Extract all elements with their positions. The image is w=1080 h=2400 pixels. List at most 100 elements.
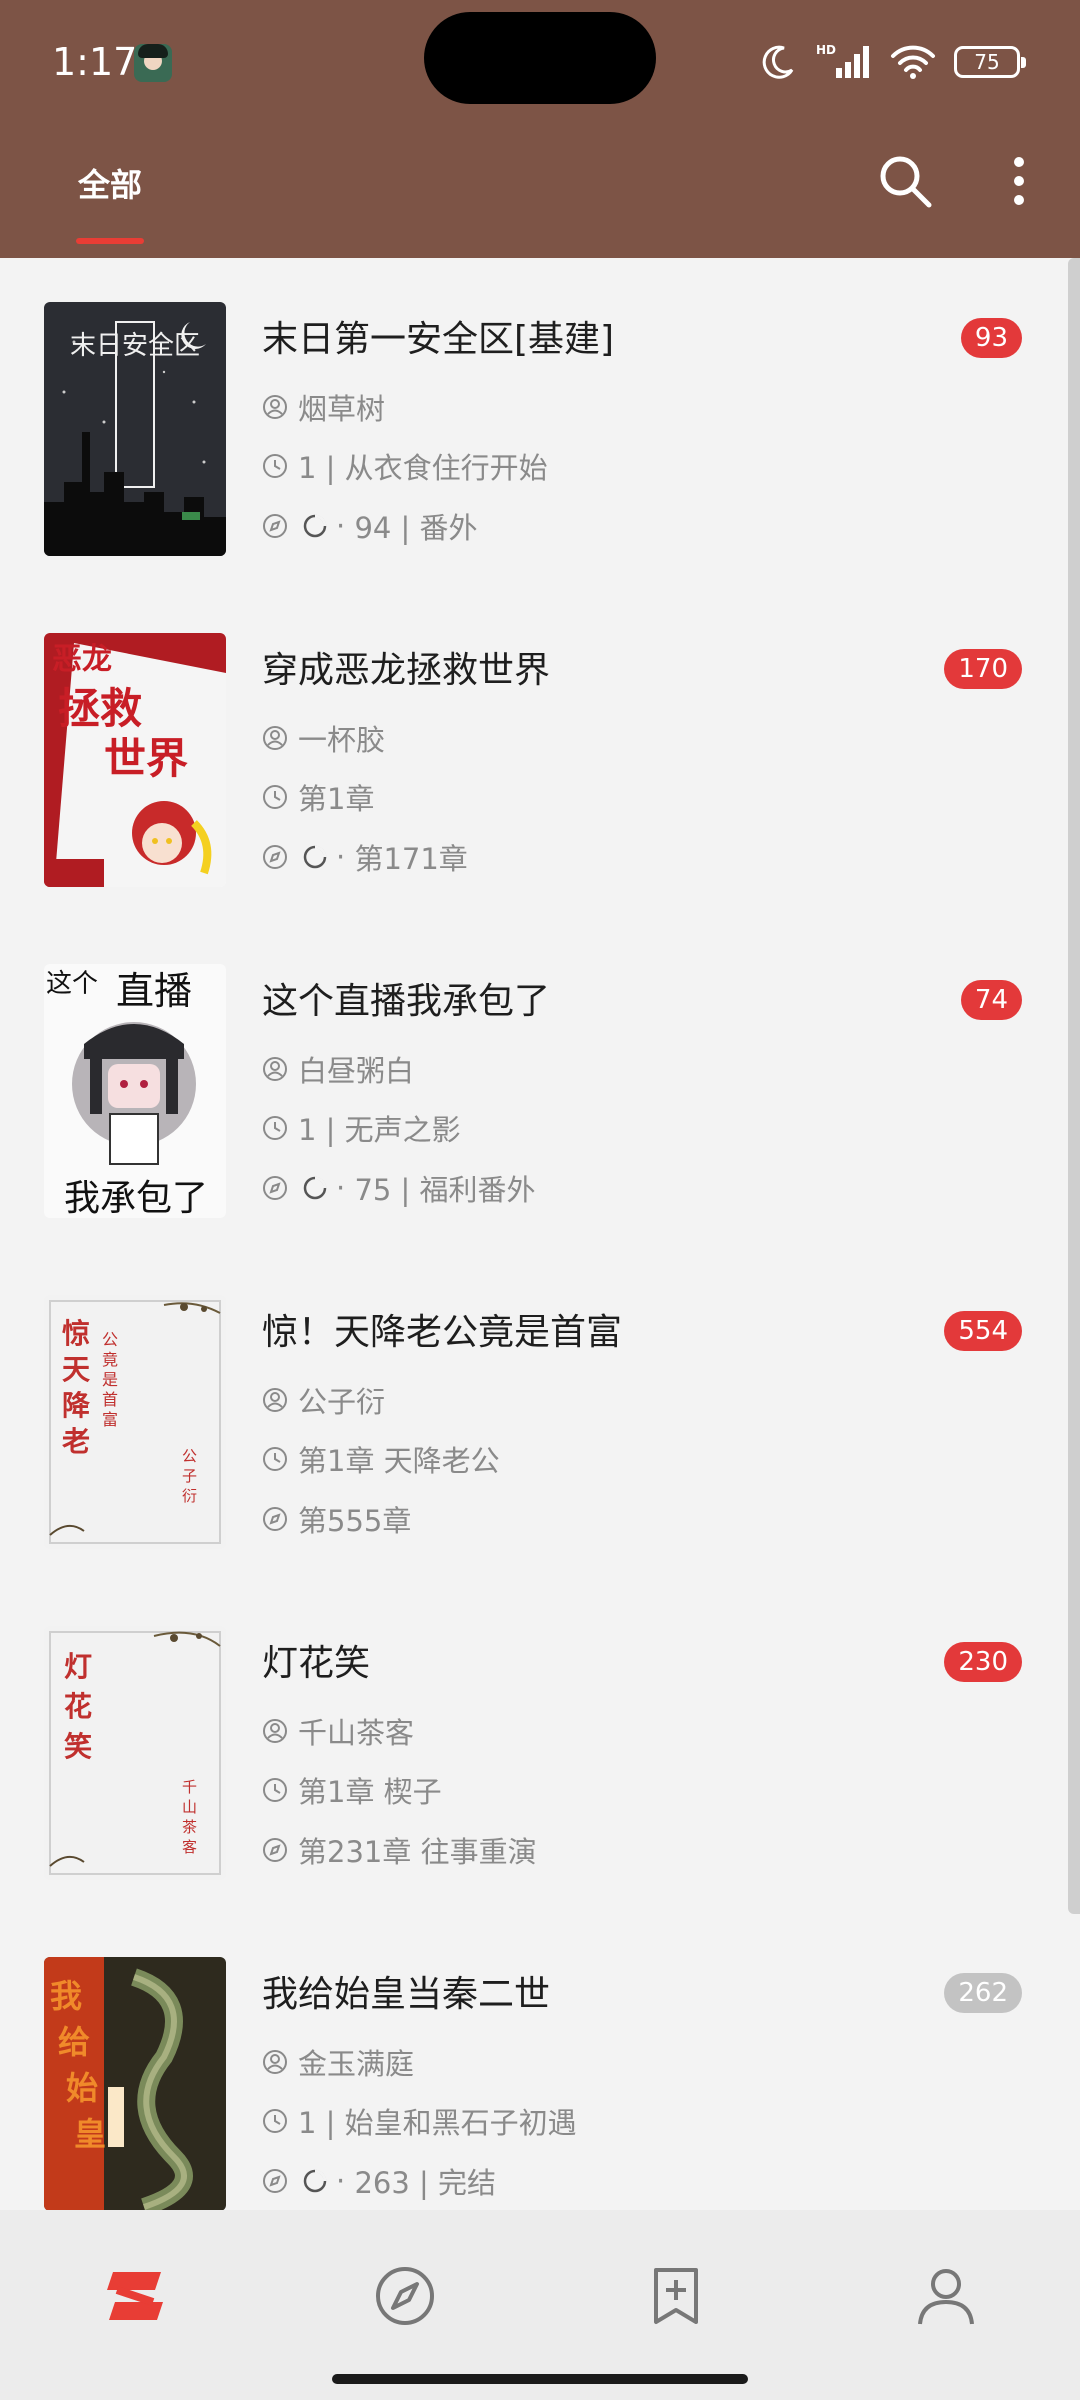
search-button[interactable] [874,150,936,212]
compass-small-icon [263,845,287,869]
author-icon [263,395,287,419]
author-icon [263,2050,287,2074]
tab-all[interactable]: 全部 [78,160,142,206]
book-latest-row: · 75 | 福利番外 [262,1167,536,1209]
book-author: 金玉满庭 [298,2047,415,2081]
book-cover: 恶龙 拯救 世界 [44,633,226,887]
book-item[interactable]: 我 给 始 皇 我给始皇当秦二世 金玉满庭 1 | 始皇和黑石子初遇 · 263… [0,1913,1080,2210]
clock-icon [263,1116,287,1140]
svg-text:惊: 惊 [62,1317,90,1350]
svg-text:皇: 皇 [74,2115,106,2153]
home-indicator[interactable] [332,2374,748,2384]
compass-small-icon [263,1176,287,1200]
svg-text:我: 我 [50,1977,82,2015]
svg-text:给: 给 [58,2023,90,2061]
book-latest-chapter: 263 | 完结 [354,2166,496,2200]
book-latest-chapter: 第171章 [354,842,468,876]
book-read-chapter: 第1章 楔子 [298,1775,442,1809]
svg-text:首: 首 [102,1390,118,1409]
scrollbar[interactable] [1068,258,1080,1914]
author-icon [263,1719,287,1743]
unread-badge: 554 [944,1311,1022,1351]
svg-text:富: 富 [102,1410,118,1429]
book-cover: 灯 花 笑 千 山 茶 客 [44,1626,226,1880]
svg-text:降: 降 [62,1389,91,1422]
nav-bookshelf[interactable] [95,2256,175,2336]
tab-indicator [76,238,144,244]
unread-badge: 93 [960,318,1022,358]
svg-text:这个: 这个 [46,969,98,999]
svg-text:天: 天 [62,1353,90,1386]
svg-text:直播: 直播 [116,969,192,1013]
wifi-icon [891,45,935,79]
unread-badge: 74 [960,980,1022,1020]
bookmark-add-icon [654,2268,698,2324]
search-icon [880,156,932,208]
book-item[interactable]: 这个 直播 我承包了 这个直播我承包了 白昼粥白 1 | 无声之影 · 75 |… [0,920,1080,1251]
book-cover: 末日安全区 [44,302,226,556]
author-icon [263,1388,287,1412]
book-author: 烟草树 [298,392,386,426]
notification-avatar-icon [134,44,172,82]
more-vert-icon [1014,157,1024,205]
svg-text:茶: 茶 [182,1818,197,1836]
clock-icon [263,2109,287,2133]
book-read-chapter: 1 | 始皇和黑石子初遇 [298,2106,577,2140]
nav-profile[interactable] [906,2256,986,2336]
network-type-label: HD [816,43,836,57]
book-author-row: 公子衍 [262,1379,385,1421]
nav-explore[interactable] [365,2256,445,2336]
book-cover: 惊 天 降 老 公 竟 是 首 富 公 子 衍 [44,1295,226,1549]
latest-separator: · [336,509,346,543]
book-latest-row: 第555章 [262,1498,411,1540]
svg-text:公: 公 [102,1330,118,1349]
book-latest-chapter: 94 | 番外 [354,511,478,545]
author-icon [263,1057,287,1081]
loading-ring-icon [303,845,327,869]
book-read-chapter: 第1章 天降老公 [298,1444,500,1478]
book-title: 灯花笑 [262,1643,371,1684]
svg-text:始: 始 [66,2069,98,2107]
cover-text: 末日安全区 [70,331,200,361]
unread-badge: 262 [944,1973,1022,2013]
book-latest-chapter: 第555章 [298,1504,412,1538]
book-list[interactable]: 末日安全区 末日第一安全区[基建] 烟草树 1 | 从衣食住行开始 · 94 |… [0,258,1080,2210]
book-author-row: 烟草树 [262,386,385,428]
svg-text:世界: 世界 [104,734,188,783]
book-title: 我给始皇当秦二世 [262,1974,551,2015]
status-time: 1:17 [52,40,138,84]
bottom-navigation [0,2210,1080,2400]
svg-text:花: 花 [64,1690,92,1723]
book-read-chapter: 1 | 无声之影 [298,1113,461,1147]
book-item[interactable]: 恶龙 拯救 世界 穿成恶龙拯救世界 一杯胶 第1章 · 第171章 170 [0,589,1080,920]
book-title: 穿成恶龙拯救世界 [262,650,551,691]
book-read-row: 第1章 楔子 [262,1769,442,1811]
book-read-row: 1 | 始皇和黑石子初遇 [262,2100,577,2142]
book-item[interactable]: 灯 花 笑 千 山 茶 客 灯花笑 千山茶客 第1章 楔子 第231章 往事重演… [0,1582,1080,1913]
book-item[interactable]: 末日安全区 末日第一安全区[基建] 烟草树 1 | 从衣食住行开始 · 94 |… [0,258,1080,589]
book-author-row: 白昼粥白 [262,1048,414,1090]
compass-small-icon [263,1838,287,1862]
book-author: 一杯胶 [298,723,386,757]
svg-text:衍: 衍 [182,1487,197,1505]
loading-ring-icon [303,2169,327,2193]
bookshelf-icon [107,2272,163,2320]
more-options-button[interactable] [1000,150,1038,212]
book-read-chapter: 1 | 从衣食住行开始 [298,451,548,485]
unread-badge: 230 [944,1642,1022,1682]
book-item[interactable]: 惊 天 降 老 公 竟 是 首 富 公 子 衍 惊！天降老公竟是首富 公子衍 第… [0,1251,1080,1582]
book-cover: 这个 直播 我承包了 [44,964,226,1218]
book-latest-row: · 第171章 [262,836,468,878]
clock-icon [263,1447,287,1471]
book-author: 千山茶客 [298,1716,415,1750]
compass-small-icon [263,1507,287,1531]
latest-separator: · [336,840,346,874]
book-cover: 我 给 始 皇 [44,1957,226,2210]
status-icons: HD 75 [758,42,1026,82]
svg-text:恶龙: 恶龙 [52,642,112,677]
book-latest-row: · 94 | 番外 [262,505,478,547]
unread-badge: 170 [944,649,1022,689]
signal-icon: HD [816,43,869,78]
book-author-row: 千山茶客 [262,1710,414,1752]
nav-rss[interactable] [636,2256,716,2336]
